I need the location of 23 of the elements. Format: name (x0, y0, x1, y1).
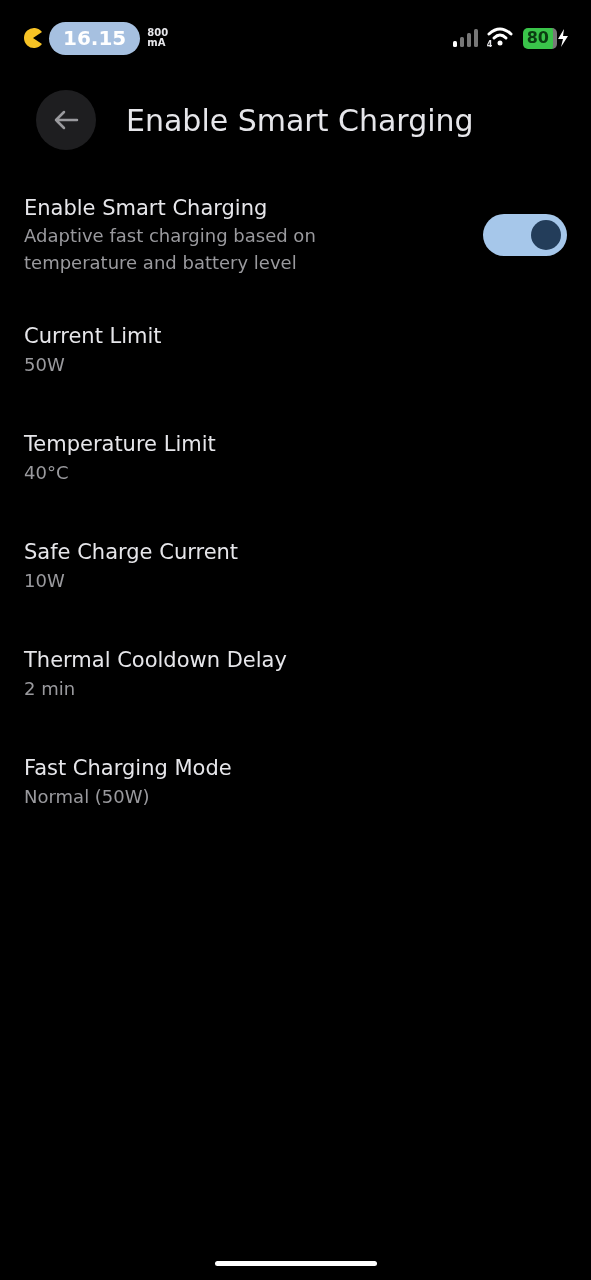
setting-title[interactable]: Current Limit (24, 321, 567, 351)
setting-value: 40°C (24, 461, 70, 485)
setting-value: Normal (50W) (24, 785, 151, 809)
setting-title[interactable]: Fast Charging Mode (24, 753, 567, 783)
setting-title: Enable Smart Charging (24, 195, 269, 222)
back-arrow-icon (53, 109, 79, 131)
clock: 16.15 (49, 21, 141, 55)
setting-title[interactable]: Safe Charge Current (24, 537, 567, 567)
wifi-icon (486, 27, 513, 47)
setting-value: 2 min (24, 677, 77, 701)
setting-summary: Adaptive fast charging based on temperature and battery level (24, 224, 317, 275)
setting-value: 50W (24, 353, 66, 377)
setting-title[interactable]: Thermal Cooldown Delay (24, 645, 567, 675)
toggle-switch[interactable] (483, 214, 567, 256)
wifi-number: 4 (486, 39, 493, 51)
page-title: Enable Smart Charging (126, 101, 474, 140)
battery-indicator: 80 (522, 27, 557, 49)
current-unit: mA (147, 38, 167, 48)
signal-icon (452, 29, 479, 47)
setting-value: 10W (24, 569, 66, 593)
pacman-icon (22, 27, 44, 49)
current-reading: 800 (147, 28, 169, 38)
setting-title[interactable]: Temperature Limit (24, 429, 567, 459)
